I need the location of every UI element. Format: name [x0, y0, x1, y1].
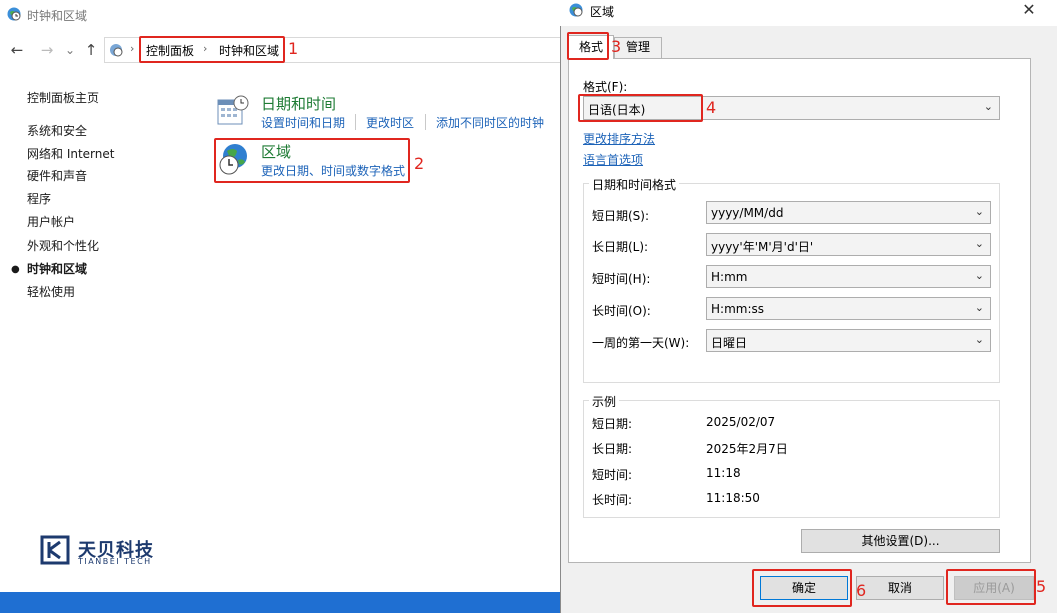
annotation-box-4 [578, 94, 703, 122]
example-short-date-label: 短日期: [592, 417, 633, 431]
long-date-label: 长日期(L): [592, 240, 649, 254]
annotation-number-5: 5 [1036, 577, 1047, 596]
annotation-box-5 [946, 569, 1036, 605]
calendar-clock-icon [217, 95, 249, 125]
link-divider [355, 114, 356, 130]
annotation-number-4: 4 [706, 98, 717, 117]
chevron-down-icon: ⌄ [983, 100, 993, 113]
sidebar-item-network[interactable]: 网络和 Internet [27, 145, 114, 162]
example-long-time-value: 11:18:50 [706, 491, 760, 505]
region-globe-icon [569, 3, 583, 17]
change-timezone-link[interactable]: 更改时区 [366, 114, 414, 131]
chevron-down-icon: ⌄ [974, 205, 984, 218]
sidebar-item-clock-region[interactable]: 时钟和区域 [27, 260, 87, 277]
annotation-number-2: 2 [414, 154, 425, 173]
long-time-select[interactable]: H:mm:ss ⌄ [706, 297, 991, 320]
up-button[interactable]: ↑ [81, 40, 101, 60]
chevron-down-icon: ⌄ [974, 237, 984, 250]
format-label: 格式(F): [583, 80, 628, 94]
chevron-down-icon: ⌄ [974, 269, 984, 282]
short-date-select[interactable]: yyyy/MM/dd ⌄ [706, 201, 991, 224]
sidebar-item-accessibility[interactable]: 轻松使用 [27, 283, 75, 300]
tianbei-logo-mark [40, 535, 70, 565]
first-day-value: 日曜日 [711, 336, 748, 350]
long-date-select[interactable]: yyyy'年'M'月'd'日' ⌄ [706, 233, 991, 256]
annotation-number-3: 3 [611, 37, 622, 56]
region-globe-icon [7, 7, 21, 21]
recent-dropdown-button[interactable]: ⌄ [60, 40, 80, 60]
taskbar [0, 592, 560, 613]
breadcrumb-chevron-icon: › [130, 42, 135, 55]
add-clocks-link[interactable]: 添加不同时区的时钟 [436, 114, 544, 131]
example-short-time-value: 11:18 [706, 466, 741, 480]
example-short-date-value: 2025/02/07 [706, 415, 776, 429]
annotation-number-6: 6 [856, 581, 867, 600]
sidebar-item-appearance[interactable]: 外观和个性化 [27, 237, 99, 254]
annotation-box-3 [567, 32, 609, 60]
example-long-date-value: 2025年2月7日 [706, 442, 788, 456]
set-time-date-link[interactable]: 设置时间和日期 [261, 114, 345, 131]
long-date-value: yyyy'年'M'月'd'日' [711, 240, 814, 254]
short-time-select[interactable]: H:mm ⌄ [706, 265, 991, 288]
example-group-title: 示例 [589, 393, 620, 410]
short-time-label: 短时间(H): [592, 272, 651, 286]
sidebar-item-security[interactable]: 系统和安全 [27, 122, 87, 139]
chevron-down-icon: ⌄ [974, 333, 984, 346]
back-button[interactable]: ← [7, 40, 27, 60]
datetime-group-title: 日期和时间格式 [589, 176, 680, 193]
sidebar-home-link[interactable]: 控制面板主页 [27, 89, 99, 106]
annotation-box-1 [139, 36, 285, 63]
annotation-box-2 [214, 138, 410, 183]
example-short-time-label: 短时间: [592, 468, 633, 482]
short-date-label: 短日期(S): [592, 209, 650, 223]
dialog-titlebar[interactable] [560, 0, 1057, 26]
change-sort-link[interactable]: 更改排序方法 [583, 130, 655, 147]
example-long-time-label: 长时间: [592, 493, 633, 507]
sidebar-item-accounts[interactable]: 用户帐户 [27, 213, 75, 230]
cancel-button[interactable]: 取消 [856, 576, 944, 600]
category-datetime-title[interactable]: 日期和时间 [261, 93, 336, 114]
window-title: 时钟和区域 [27, 9, 88, 23]
first-day-select[interactable]: 日曜日 ⌄ [706, 329, 991, 352]
annotation-number-1: 1 [288, 39, 299, 58]
long-time-label: 长时间(O): [592, 304, 651, 318]
short-time-value: H:mm [711, 270, 748, 284]
dialog-title: 区域 [590, 5, 615, 19]
link-divider [425, 114, 426, 130]
chevron-down-icon: ⌄ [974, 301, 984, 314]
example-long-date-label: 长日期: [592, 442, 633, 456]
long-time-value: H:mm:ss [711, 302, 764, 316]
short-date-value: yyyy/MM/dd [711, 206, 784, 220]
sidebar-item-programs[interactable]: 程序 [27, 190, 51, 207]
forward-button[interactable]: → [37, 40, 57, 60]
first-day-label: 一周的第一天(W): [592, 336, 690, 350]
close-icon[interactable]: ✕ [1018, 0, 1040, 20]
logo-english-text: TIANBEI TECH [78, 557, 152, 566]
sidebar-item-hardware[interactable]: 硬件和声音 [27, 167, 87, 184]
annotation-box-6 [752, 569, 852, 607]
selected-bullet-icon: ● [11, 264, 20, 275]
tab-manage[interactable]: 管理 [614, 37, 662, 58]
additional-settings-button[interactable]: 其他设置(D)... [801, 529, 1000, 553]
control-panel-icon [110, 44, 123, 57]
language-preferences-link[interactable]: 语言首选项 [583, 151, 643, 168]
example-group [583, 400, 1000, 518]
